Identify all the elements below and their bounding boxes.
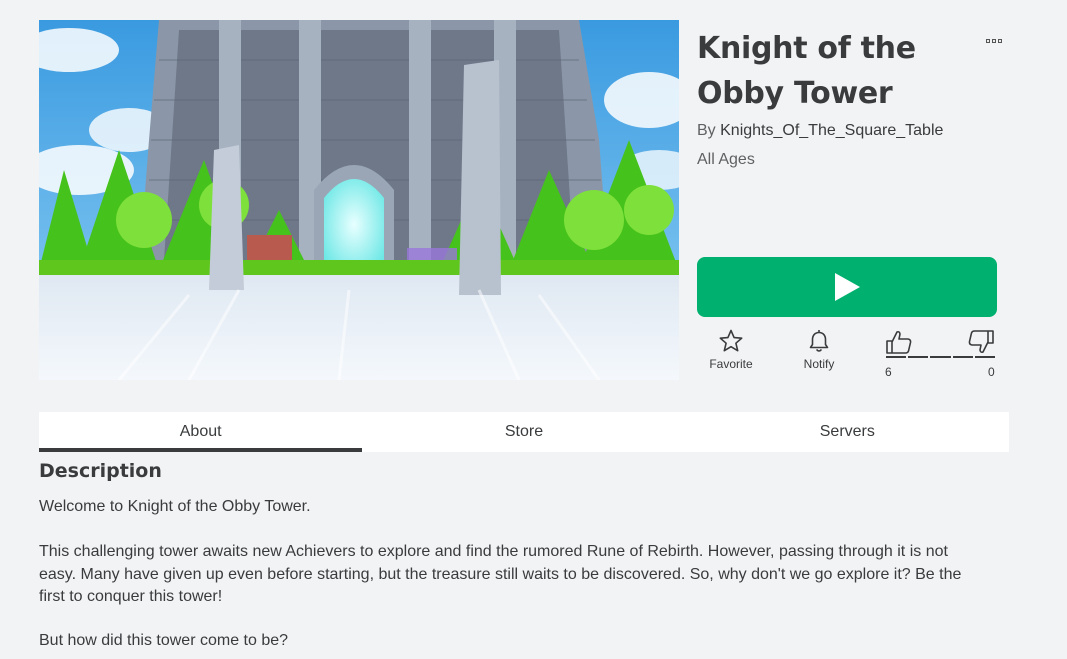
tab-about[interactable]: About [39, 412, 363, 452]
game-thumbnail [39, 20, 679, 380]
favorite-label: Favorite [709, 357, 753, 371]
downvote-button[interactable] [966, 328, 996, 358]
more-options-icon[interactable] [982, 32, 1006, 50]
notify-label: Notify [803, 357, 835, 371]
thumbs-down-icon [968, 330, 994, 354]
notify-button[interactable]: Notify [792, 328, 846, 371]
upvote-count: 6 [885, 365, 892, 379]
vote-ratio-bar [886, 356, 996, 358]
creator-prefix: By [697, 122, 721, 139]
favorite-button[interactable]: Favorite [702, 328, 760, 371]
thumbs-up-icon [886, 330, 912, 354]
play-button[interactable] [697, 257, 997, 317]
thumbnail-image [39, 20, 679, 380]
play-icon [835, 273, 860, 301]
description-heading: Description [39, 460, 162, 482]
upvote-button[interactable] [884, 328, 914, 358]
tab-servers[interactable]: Servers [686, 412, 1009, 452]
tab-bar: About Store Servers [39, 412, 1009, 452]
more-dot [986, 39, 990, 43]
game-title: Knight of the Obby Tower [697, 31, 916, 111]
more-dot [992, 39, 996, 43]
creator-link[interactable]: Knights_Of_The_Square_Table [720, 122, 943, 139]
more-dot [998, 39, 1002, 43]
creator-line: By Knights_Of_The_Square_Table [697, 121, 943, 141]
description-paragraph: Welcome to Knight of the Obby Tower. [39, 498, 311, 515]
tab-store[interactable]: Store [362, 412, 685, 452]
age-rating: All Ages [697, 151, 755, 168]
downvote-count: 0 [988, 365, 995, 379]
bell-icon [809, 330, 829, 352]
description-paragraph: This challenging tower awaits new Achiev… [39, 543, 962, 605]
description-paragraph: But how did this tower come to be? [39, 632, 289, 649]
star-icon [719, 329, 743, 352]
